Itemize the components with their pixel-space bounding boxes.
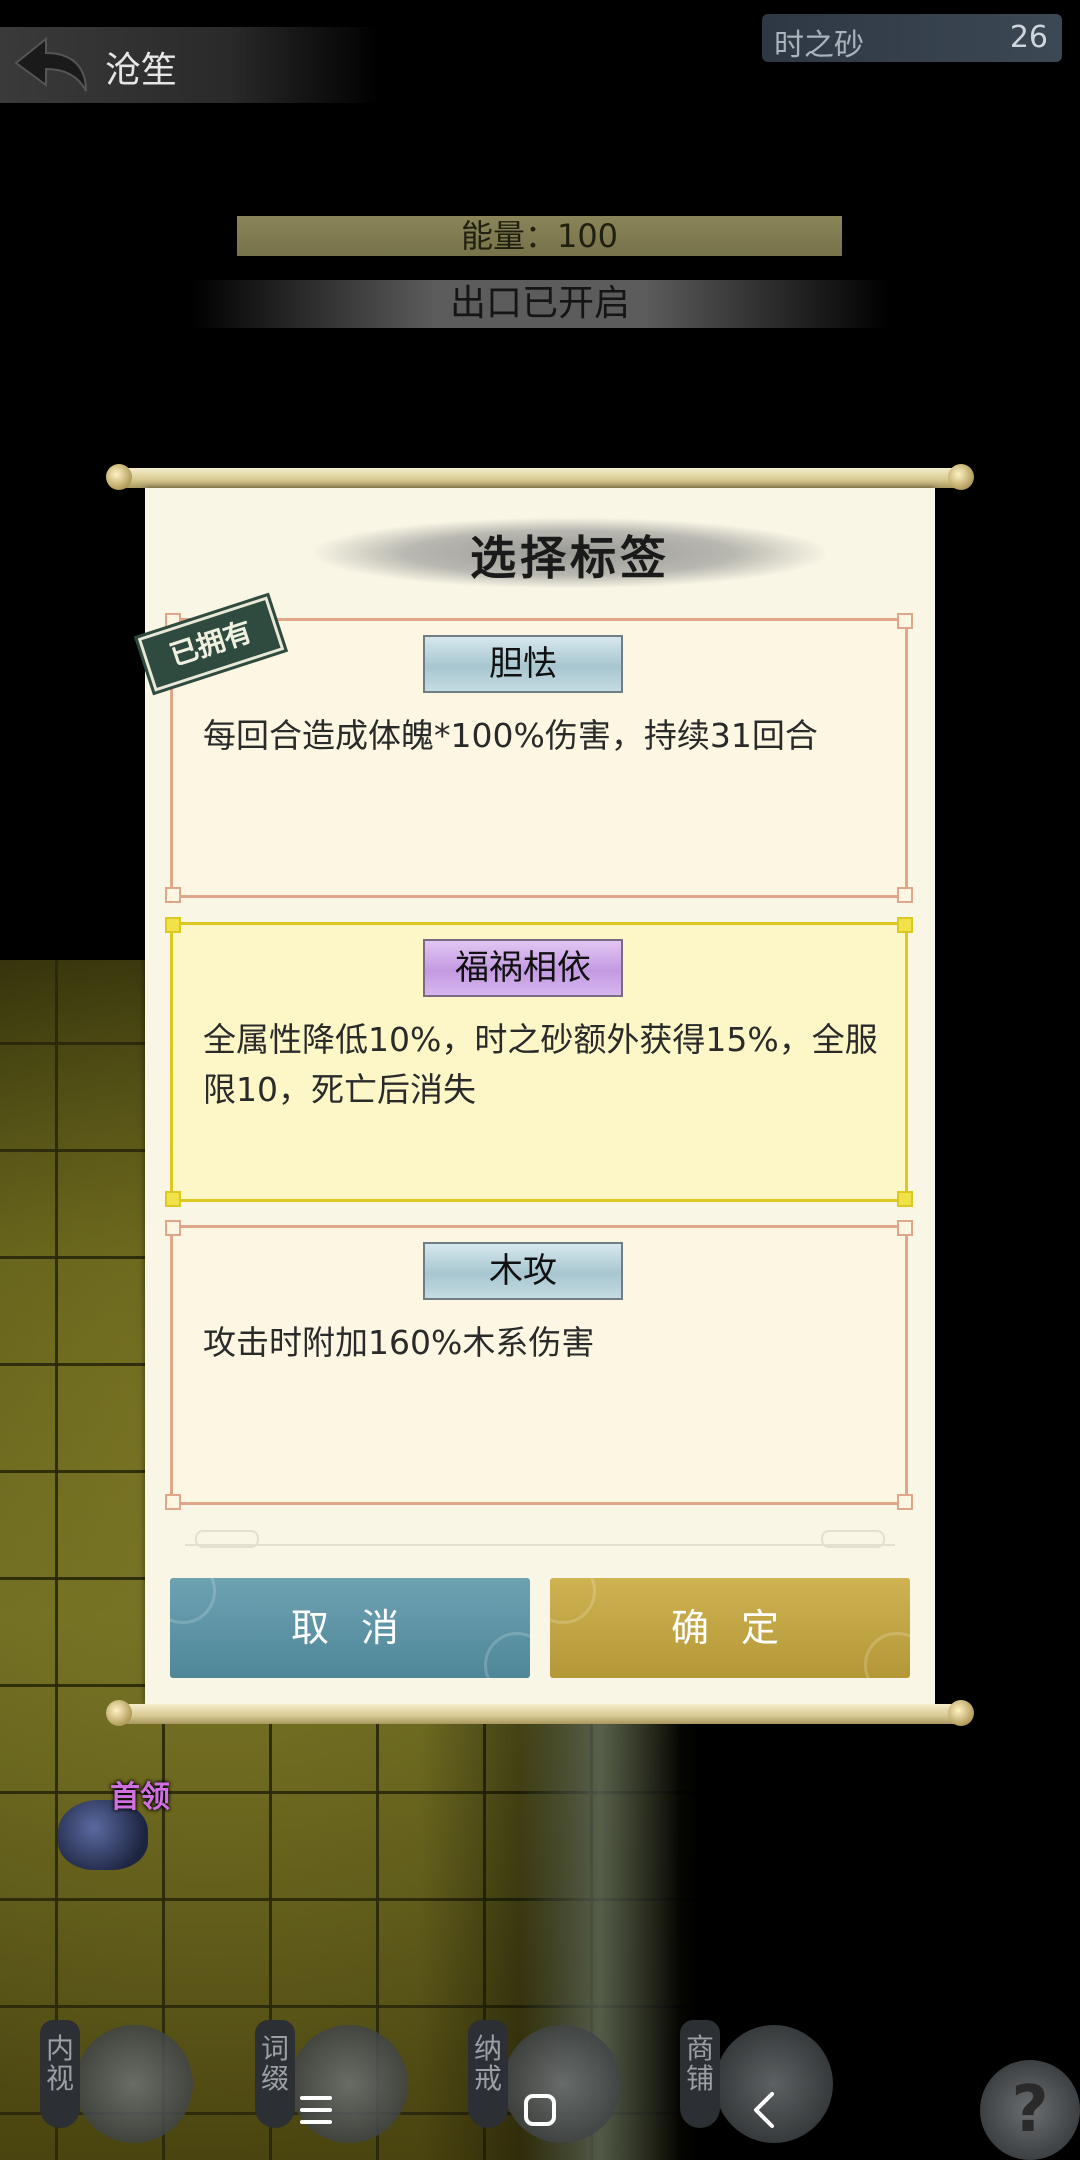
energy-bar: 能量：100 xyxy=(237,216,842,256)
tag-description: 攻击时附加160%木系伤害 xyxy=(203,1323,595,1362)
corner xyxy=(897,887,913,903)
dialog-title: 选择标签 xyxy=(315,508,825,598)
menu-icon[interactable] xyxy=(286,2080,346,2140)
scroll-rod-bottom xyxy=(106,1700,974,1726)
home-icon[interactable] xyxy=(510,2080,570,2140)
tag-name: 福祸相依 xyxy=(423,939,623,997)
time-sand-counter: 时之砂 26 xyxy=(762,14,1062,63)
divider-line xyxy=(185,1544,895,1546)
corner xyxy=(897,1191,913,1207)
boss-marker[interactable]: 首领 xyxy=(58,1780,170,1872)
top-bar: 沧笙 xyxy=(0,27,380,103)
scroll-rod-top xyxy=(106,464,974,490)
back-arrow-icon[interactable] xyxy=(12,35,92,95)
corner xyxy=(165,1191,181,1207)
cancel-button[interactable]: 取 消 xyxy=(170,1578,530,1678)
tag-card-1[interactable]: 胆怯 每回合造成体魄*100%伤害，持续31回合 xyxy=(165,613,913,903)
corner xyxy=(165,1220,181,1236)
currency-label: 时之砂 xyxy=(774,28,864,63)
back-icon[interactable] xyxy=(736,2080,796,2140)
divider-swirl xyxy=(195,1530,259,1548)
exit-status: 出口已开启 xyxy=(190,280,890,328)
corner xyxy=(165,1494,181,1510)
tag-card-2[interactable]: 福祸相依 全属性降低10%，时之砂额外获得15%，全服限10，死亡后消失 xyxy=(165,917,913,1207)
corner xyxy=(165,887,181,903)
currency-value: 26 xyxy=(1009,20,1048,55)
corner xyxy=(897,1494,913,1510)
confirm-button[interactable]: 确 定 xyxy=(550,1578,910,1678)
corner xyxy=(165,917,181,933)
divider xyxy=(185,1528,895,1552)
corner xyxy=(897,917,913,933)
corner xyxy=(897,613,913,629)
tag-name: 胆怯 xyxy=(423,635,623,693)
divider-swirl xyxy=(821,1530,885,1548)
tag-description: 全属性降低10%，时之砂额外获得15%，全服限10，死亡后消失 xyxy=(203,1020,878,1109)
dialog-title-text: 选择标签 xyxy=(470,531,670,585)
corner xyxy=(897,1220,913,1236)
tag-card-3[interactable]: 木攻 攻击时附加160%木系伤害 xyxy=(165,1220,913,1510)
boss-label: 首领 xyxy=(110,1780,170,1815)
select-tag-dialog: 选择标签 胆怯 每回合造成体魄*100%伤害，持续31回合 已拥有 福祸相依 全… xyxy=(134,488,935,1704)
location-name: 沧笙 xyxy=(105,50,178,91)
tag-name: 木攻 xyxy=(423,1242,623,1300)
system-nav-bar xyxy=(0,2060,1080,2160)
tag-description: 每回合造成体魄*100%伤害，持续31回合 xyxy=(203,716,818,755)
